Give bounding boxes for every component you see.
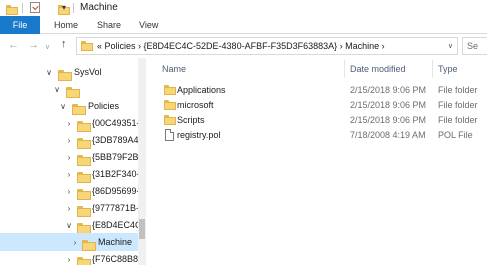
tab-view[interactable]: View <box>131 16 166 34</box>
tab-home[interactable]: Home <box>46 16 86 34</box>
column-header-name[interactable]: Name <box>162 64 186 74</box>
folder-icon <box>164 85 176 95</box>
tree-item-policy[interactable]: › {9777871B- <box>0 199 140 217</box>
file-name: registry.pol <box>177 130 221 140</box>
file-date-modified: 2/15/2018 9:06 PM <box>350 115 427 125</box>
file-date-modified: 7/18/2008 4:19 AM <box>350 130 426 140</box>
chevron-down-icon[interactable]: ∨ <box>58 102 68 111</box>
folder-icon <box>81 41 93 51</box>
up-arrow-icon[interactable]: ↑ <box>61 39 67 50</box>
folder-icon <box>58 69 72 81</box>
tree-item-label: SysVol <box>74 67 102 77</box>
tree-item-policy[interactable]: › {31B2F340- <box>0 165 140 183</box>
tab-file[interactable]: File <box>0 16 40 34</box>
tree-item-label: {9777871B- <box>92 203 140 213</box>
list-item[interactable]: Scripts 2/15/2018 9:06 PM File folder <box>158 114 478 128</box>
toolbar-divider <box>22 3 23 13</box>
file-type: File folder <box>438 115 478 125</box>
folder-icon <box>66 86 80 98</box>
folder-icon[interactable] <box>6 5 18 15</box>
scrollbar-thumb[interactable] <box>139 219 145 239</box>
tree-item-sysvol[interactable]: ∨ SysVol <box>0 63 138 81</box>
file-name: Applications <box>177 85 226 95</box>
tree-item-policies[interactable]: ∨ Policies <box>0 97 138 115</box>
tree-item-policy[interactable]: › {00C49351- <box>0 114 140 132</box>
recent-locations-chevron-icon[interactable]: ∨ <box>45 42 50 53</box>
search-placeholder: Se <box>467 41 479 51</box>
chevron-right-icon[interactable]: › <box>70 238 80 247</box>
folder-icon <box>77 171 91 183</box>
file-name: microsoft <box>177 100 214 110</box>
tree-item-label: {86D95699- <box>92 186 140 196</box>
chevron-right-icon[interactable]: › <box>64 153 74 162</box>
column-divider[interactable] <box>344 60 345 78</box>
breadcrumb[interactable]: « Policies › {E8D4EC4C-52DE-4380-AFBF-F3… <box>97 41 385 51</box>
chevron-down-icon[interactable]: ∨ <box>448 42 453 50</box>
tree-item-label: {31B2F340- <box>92 169 140 179</box>
chevron-right-icon[interactable]: › <box>64 170 74 179</box>
tree-item-label: {E8D4EC4C <box>92 220 142 230</box>
tree-item-policy-expanded[interactable]: ∨ {E8D4EC4C <box>0 216 142 234</box>
address-bar[interactable]: « Policies › {E8D4EC4C-52DE-4380-AFBF-F3… <box>76 37 458 55</box>
file-date-modified: 2/15/2018 9:06 PM <box>350 85 427 95</box>
folder-icon <box>77 120 91 132</box>
folder-icon <box>77 154 91 166</box>
tree-item-label: Policies <box>88 101 120 111</box>
folder-icon <box>72 103 86 115</box>
tree-item-machine[interactable]: › Machine <box>0 233 138 251</box>
folder-icon <box>77 205 91 217</box>
list-item[interactable]: registry.pol 7/18/2008 4:19 AM POL File <box>158 129 478 143</box>
navigation-pane[interactable]: ∨ SysVol ∨ ∨ Policies › {00C49351- › {3D… <box>0 58 146 265</box>
list-item[interactable]: microsoft 2/15/2018 9:06 PM File folder <box>158 99 478 113</box>
tab-share[interactable]: Share <box>89 16 129 34</box>
chevron-right-icon[interactable]: › <box>64 255 74 264</box>
tree-item-policy[interactable]: › {5BB79F2B- <box>0 148 142 166</box>
chevron-right-icon[interactable]: › <box>64 119 74 128</box>
tree-item-label: {F76C88B8- <box>92 254 142 264</box>
file-type: POL File <box>438 130 473 140</box>
folder-icon <box>164 100 176 110</box>
search-input[interactable]: Se <box>462 37 487 55</box>
ribbon-tabs: File Home Share View <box>0 16 487 34</box>
window-title: Machine <box>80 2 118 13</box>
chevron-down-icon[interactable]: ∨ <box>64 221 74 230</box>
forward-arrow-icon[interactable]: → <box>28 40 39 51</box>
toolbar-divider <box>73 3 74 13</box>
tree-item-label: {5BB79F2B- <box>92 152 142 162</box>
folder-icon <box>77 188 91 200</box>
properties-icon[interactable] <box>30 2 40 13</box>
chevron-down-icon[interactable]: ∨ <box>52 85 62 94</box>
folder-icon <box>77 256 91 265</box>
tree-item-label: {00C49351- <box>92 118 140 128</box>
title-bar: ▾ Machine <box>0 0 487 16</box>
column-header-date-modified[interactable]: Date modified <box>350 64 406 74</box>
file-type: File folder <box>438 100 478 110</box>
document-icon <box>165 129 174 141</box>
chevron-right-icon[interactable]: › <box>64 136 74 145</box>
quick-access-dropdown-icon[interactable]: ▾ <box>62 4 66 12</box>
tree-item-policy[interactable]: › {3DB789A4 <box>0 131 139 149</box>
folder-icon <box>77 137 91 149</box>
tree-item-label: Machine <box>98 237 133 247</box>
file-date-modified: 2/15/2018 9:06 PM <box>350 100 427 110</box>
column-header-type[interactable]: Type <box>438 64 458 74</box>
back-arrow-icon[interactable]: ← <box>8 40 19 51</box>
tree-item-domain[interactable]: ∨ <box>0 80 138 98</box>
chevron-down-icon[interactable]: ∨ <box>44 68 54 77</box>
folder-icon <box>164 115 176 125</box>
chevron-right-icon[interactable]: › <box>64 204 74 213</box>
tree-item-label: {3DB789A4 <box>92 135 139 145</box>
folder-icon <box>82 239 96 251</box>
file-type: File folder <box>438 85 478 95</box>
folder-icon <box>77 222 91 234</box>
tree-item-policy[interactable]: › {F76C88B8- <box>0 250 142 265</box>
file-name: Scripts <box>177 115 205 125</box>
navigation-bar: ← → ∨ ↑ « Policies › {E8D4EC4C-52DE-4380… <box>0 35 487 57</box>
tree-item-policy[interactable]: › {86D95699- <box>0 182 140 200</box>
list-item[interactable]: Applications 2/15/2018 9:06 PM File fold… <box>158 84 478 98</box>
chevron-right-icon[interactable]: › <box>64 187 74 196</box>
column-divider[interactable] <box>432 60 433 78</box>
